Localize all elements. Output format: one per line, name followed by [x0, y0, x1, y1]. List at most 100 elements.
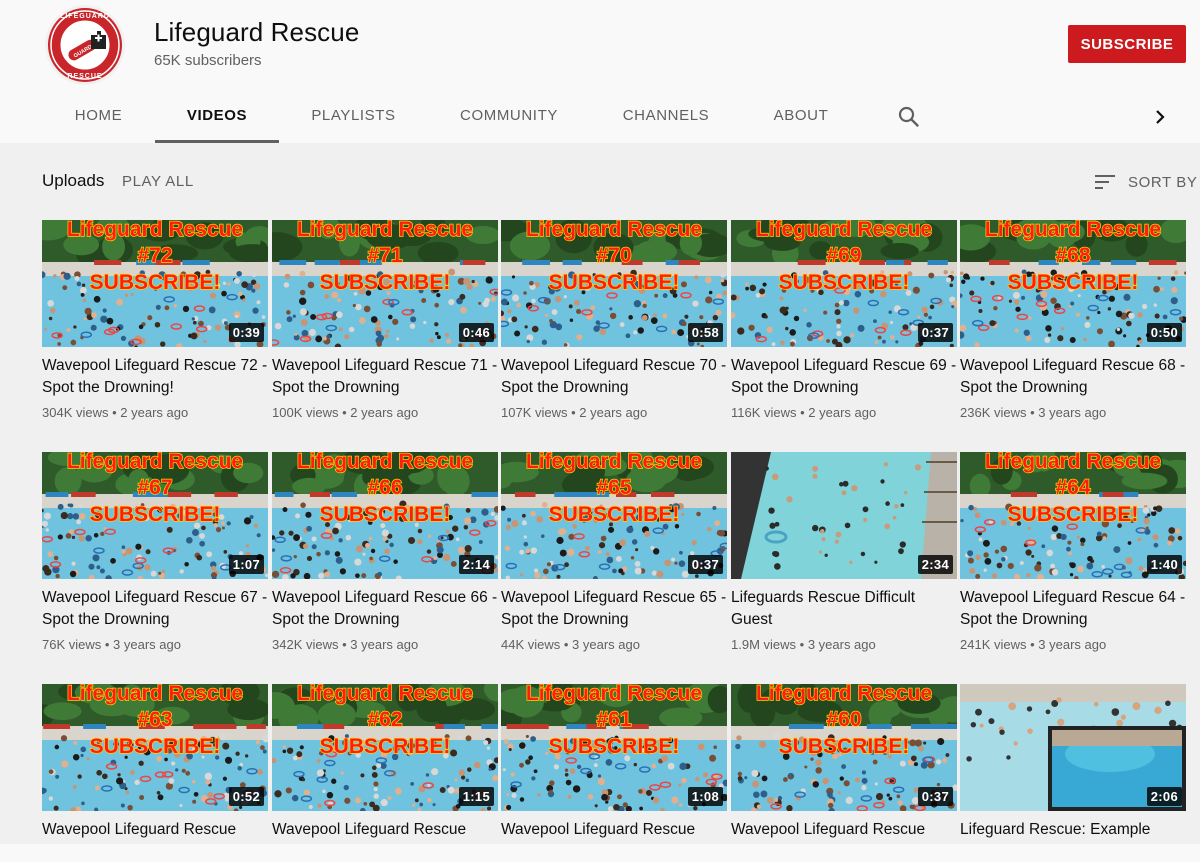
- video-thumbnail[interactable]: 2:34: [731, 452, 957, 579]
- video-card[interactable]: Lifeguard Rescue #72 SUBSCRIBE! 0:39 Wavepoo…: [42, 220, 268, 420]
- tab-playlists[interactable]: PLAYLISTS: [279, 92, 428, 143]
- video-thumbnail[interactable]: Lifeguard Rescue #67 SUBSCRIBE! 1:07: [42, 452, 268, 579]
- tab-channels[interactable]: CHANNELS: [590, 92, 742, 143]
- video-thumbnail[interactable]: Lifeguard Rescue #61 SUBSCRIBE! 1:08: [501, 684, 727, 811]
- video-thumbnail[interactable]: Lifeguard Rescue #66 SUBSCRIBE! 2:14: [272, 452, 498, 579]
- video-title[interactable]: Wavepool Lifeguard Rescue 72 - Spot the …: [42, 355, 268, 398]
- video-card[interactable]: 2:34 Lifeguards Rescue Difficult Guest 1.9…: [731, 452, 957, 652]
- channel-avatar[interactable]: GUARD LIFEGUARD RESCUE: [45, 5, 125, 85]
- video-card[interactable]: 2:06 Lifeguard Rescue: Example: [960, 684, 1186, 862]
- tab-videos[interactable]: VIDEOS: [155, 92, 279, 143]
- thumbnail-title-text: Lifeguard Rescue: [525, 684, 703, 706]
- video-views: 241K views: [960, 637, 1027, 652]
- metadata-separator: •: [796, 637, 808, 652]
- video-title[interactable]: Lifeguards Rescue Difficult Guest: [731, 587, 957, 630]
- video-thumbnail[interactable]: Lifeguard Rescue #65 SUBSCRIBE! 0:37: [501, 452, 727, 579]
- chevron-right-icon[interactable]: [1148, 104, 1172, 130]
- video-views: 107K views: [501, 405, 568, 420]
- video-duration: 0:58: [687, 323, 723, 342]
- thumbnail-title-text: Lifeguard Rescue: [66, 452, 244, 474]
- video-card[interactable]: Lifeguard Rescue #71 SUBSCRIBE! 0:46 Wavepoo…: [272, 220, 498, 420]
- video-title[interactable]: Wavepool Lifeguard Rescue 69 - Spot the …: [731, 355, 957, 398]
- video-thumbnail[interactable]: Lifeguard Rescue #63 SUBSCRIBE! 0:52: [42, 684, 268, 811]
- thumbnail-subscribe-text: SUBSCRIBE!: [89, 502, 221, 526]
- video-thumbnail[interactable]: Lifeguard Rescue #62 SUBSCRIBE! 1:15: [272, 684, 498, 811]
- metadata-separator: •: [101, 637, 114, 652]
- video-card[interactable]: Lifeguard Rescue #65 SUBSCRIBE! 0:37 Wavepoo…: [501, 452, 727, 652]
- video-card[interactable]: Lifeguard Rescue #60 SUBSCRIBE! 0:37 Wavepoo…: [731, 684, 957, 862]
- video-thumbnail[interactable]: Lifeguard Rescue #69 SUBSCRIBE! 0:37: [731, 220, 957, 347]
- video-metadata: 236K views • 3 years ago: [960, 405, 1186, 420]
- video-card[interactable]: Lifeguard Rescue #68 SUBSCRIBE! 0:50 Wavepoo…: [960, 220, 1186, 420]
- video-title[interactable]: Wavepool Lifeguard Rescue 67 - Spot the …: [42, 587, 268, 630]
- thumbnail-title-text: Lifeguard Rescue: [66, 220, 244, 242]
- video-thumbnail[interactable]: Lifeguard Rescue #71 SUBSCRIBE! 0:46: [272, 220, 498, 347]
- video-card[interactable]: Lifeguard Rescue #63 SUBSCRIBE! 0:52 Wavepoo…: [42, 684, 268, 862]
- metadata-separator: •: [108, 405, 121, 420]
- video-card[interactable]: Lifeguard Rescue #62 SUBSCRIBE! 1:15 Wavepoo…: [272, 684, 498, 862]
- play-all-button[interactable]: PLAY ALL: [122, 173, 194, 190]
- video-duration: 0:37: [917, 323, 953, 342]
- video-title[interactable]: Wavepool Lifeguard Rescue 70 - Spot the …: [501, 355, 727, 398]
- video-card[interactable]: Lifeguard Rescue #64 SUBSCRIBE! 1:40 Wavepoo…: [960, 452, 1186, 652]
- video-thumbnail[interactable]: Lifeguard Rescue #60 SUBSCRIBE! 0:37: [731, 684, 957, 811]
- video-card[interactable]: Lifeguard Rescue #69 SUBSCRIBE! 0:37 Wavepoo…: [731, 220, 957, 420]
- video-title[interactable]: Wavepool Lifeguard Rescue: [501, 819, 727, 862]
- logo-text-bottom: RESCUE: [67, 73, 102, 80]
- thumbnail-subscribe-text: SUBSCRIBE!: [319, 502, 451, 526]
- thumbnail-number-text: #63: [137, 707, 173, 731]
- sort-by-label: SORT BY: [1128, 173, 1198, 191]
- video-title[interactable]: Wavepool Lifeguard Rescue: [272, 819, 498, 862]
- video-thumbnail[interactable]: Lifeguard Rescue #72 SUBSCRIBE! 0:39: [42, 220, 268, 347]
- tab-community[interactable]: COMMUNITY: [428, 92, 590, 143]
- video-thumbnail[interactable]: Lifeguard Rescue #70 SUBSCRIBE! 0:58: [501, 220, 727, 347]
- thumbnail-title-text: Lifeguard Rescue: [755, 684, 933, 706]
- video-title[interactable]: Lifeguard Rescue: Example: [960, 819, 1186, 862]
- channel-tabs: HOME VIDEOS PLAYLISTS COMMUNITY CHANNELS…: [0, 92, 1200, 143]
- subscribe-button[interactable]: SUBSCRIBE: [1068, 25, 1186, 63]
- video-title[interactable]: Wavepool Lifeguard Rescue 71 - Spot the …: [272, 355, 498, 398]
- sort-by-button[interactable]: SORT BY: [1094, 170, 1198, 194]
- thumbnail-title-text: Lifeguard Rescue: [984, 452, 1162, 474]
- video-thumbnail[interactable]: Lifeguard Rescue #64 SUBSCRIBE! 1:40: [960, 452, 1186, 579]
- tab-about[interactable]: ABOUT: [742, 92, 860, 143]
- thumbnail-title-text: Lifeguard Rescue: [296, 220, 474, 242]
- video-views: 304K views: [42, 405, 109, 420]
- tab-home[interactable]: HOME: [42, 92, 155, 143]
- video-metadata: 342K views • 3 years ago: [272, 637, 498, 652]
- video-duration: 0:37: [917, 787, 953, 806]
- metadata-separator: •: [796, 405, 809, 420]
- video-title[interactable]: Wavepool Lifeguard Rescue 64 - Spot the …: [960, 587, 1186, 630]
- video-card[interactable]: Lifeguard Rescue #61 SUBSCRIBE! 1:08 Wavepoo…: [501, 684, 727, 862]
- thumbnail-title-text: Lifeguard Rescue: [525, 220, 703, 242]
- video-metadata: 1.9M views • 3 years ago: [731, 637, 957, 652]
- video-views: 236K views: [960, 405, 1027, 420]
- video-thumbnail[interactable]: Lifeguard Rescue #68 SUBSCRIBE! 0:50: [960, 220, 1186, 347]
- thumbnail-subscribe-text: SUBSCRIBE!: [778, 734, 910, 758]
- thumbnail-subscribe-text: SUBSCRIBE!: [548, 734, 680, 758]
- video-title[interactable]: Wavepool Lifeguard Rescue: [42, 819, 268, 862]
- metadata-separator: •: [1026, 405, 1039, 420]
- video-card[interactable]: Lifeguard Rescue #66 SUBSCRIBE! 2:14 Wavepoo…: [272, 452, 498, 652]
- video-duration: 2:34: [917, 555, 953, 574]
- video-duration: 1:40: [1146, 555, 1182, 574]
- video-card[interactable]: Lifeguard Rescue #70 SUBSCRIBE! 0:58 Wavepoo…: [501, 220, 727, 420]
- video-title[interactable]: Wavepool Lifeguard Rescue 68 - Spot the …: [960, 355, 1186, 398]
- metadata-separator: •: [338, 405, 351, 420]
- thumbnail-subscribe-text: SUBSCRIBE!: [89, 270, 221, 294]
- video-thumbnail[interactable]: 2:06: [960, 684, 1186, 811]
- video-views: 116K views: [731, 405, 797, 420]
- thumbnail-subscribe-text: SUBSCRIBE!: [319, 734, 451, 758]
- sort-icon: [1095, 175, 1115, 189]
- thumbnail-number-text: #68: [1055, 243, 1091, 267]
- video-card[interactable]: Lifeguard Rescue #67 SUBSCRIBE! 1:07 Wavepoo…: [42, 452, 268, 652]
- thumbnail-title-text: Lifeguard Rescue: [984, 220, 1162, 242]
- video-age: 3 years ago: [350, 637, 419, 652]
- video-title[interactable]: Wavepool Lifeguard Rescue 66 - Spot the …: [272, 587, 498, 630]
- thumbnail-number-text: #60: [826, 707, 862, 731]
- video-title[interactable]: Wavepool Lifeguard Rescue: [731, 819, 957, 862]
- video-title[interactable]: Wavepool Lifeguard Rescue 65 - Spot the …: [501, 587, 727, 630]
- thumbnail-title-text: Lifeguard Rescue: [296, 452, 474, 474]
- video-age: 3 years ago: [572, 637, 640, 652]
- search-icon[interactable]: [896, 104, 922, 130]
